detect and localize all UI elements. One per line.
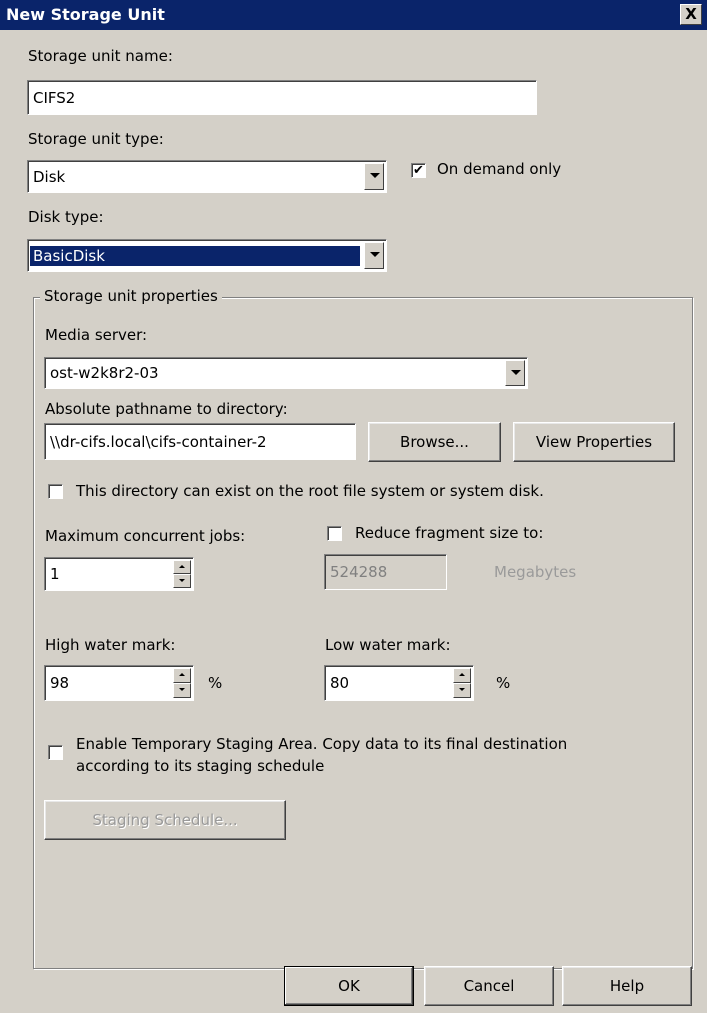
spin-up-icon[interactable] [453,668,471,683]
high-water-percent-label: % [208,674,223,692]
media-server-select[interactable]: ost-w2k8r2-03 [44,357,528,389]
max-concurrent-jobs-label: Maximum concurrent jobs: [45,527,246,545]
enable-staging-label-line2: according to its staging schedule [76,757,325,775]
storage-unit-name-label: Storage unit name: [28,47,173,65]
spin-down-icon[interactable] [173,574,191,588]
chevron-down-icon[interactable] [505,360,525,386]
staging-schedule-button[interactable]: Staging Schedule... [44,800,286,840]
on-demand-only-checkbox[interactable]: ✔ [411,163,426,178]
storage-unit-type-label: Storage unit type: [28,130,164,148]
fragment-size-input[interactable]: 524288 [324,554,447,590]
max-concurrent-jobs-spinner[interactable]: 1 [44,557,194,591]
megabytes-unit-label: Megabytes [494,563,577,581]
window-title: New Storage Unit [6,5,165,24]
low-water-mark-spinner[interactable]: 80 [324,665,474,701]
enable-staging-checkbox[interactable] [48,745,63,760]
ok-button[interactable]: OK [284,966,414,1006]
reduce-fragment-checkbox[interactable] [327,526,342,541]
chevron-down-icon[interactable] [364,163,384,190]
close-icon: X [685,5,697,23]
close-button[interactable]: X [680,4,702,25]
cancel-button[interactable]: Cancel [424,966,554,1006]
storage-unit-name-input[interactable]: CIFS2 [27,80,537,115]
root-file-system-label: This directory can exist on the root fil… [76,482,544,500]
storage-unit-properties-group [33,297,693,969]
storage-unit-properties-legend: Storage unit properties [40,287,222,305]
root-file-system-checkbox[interactable] [48,484,63,499]
high-water-mark-spinner[interactable]: 98 [44,665,194,701]
on-demand-only-label: On demand only [437,160,562,178]
pathname-input[interactable]: \\dr-cifs.local\cifs-container-2 [44,423,356,460]
reduce-fragment-label: Reduce fragment size to: [355,524,544,542]
view-properties-button[interactable]: View Properties [513,422,675,462]
disk-type-select[interactable]: BasicDisk [27,239,387,272]
low-water-mark-label: Low water mark: [325,636,451,654]
chevron-down-icon[interactable] [364,242,384,269]
browse-button[interactable]: Browse... [368,422,501,462]
spin-down-icon[interactable] [453,683,471,698]
enable-staging-label-line1: Enable Temporary Staging Area. Copy data… [76,735,568,753]
spin-up-icon[interactable] [173,560,191,574]
high-water-mark-label: High water mark: [45,636,176,654]
disk-type-label: Disk type: [28,208,104,226]
pathname-label: Absolute pathname to directory: [45,400,288,418]
low-water-percent-label: % [496,674,511,692]
help-button[interactable]: Help [562,966,692,1006]
media-server-label: Media server: [45,326,148,344]
storage-unit-type-select[interactable]: Disk [27,160,387,193]
spin-down-icon[interactable] [173,683,191,698]
spin-up-icon[interactable] [173,668,191,683]
